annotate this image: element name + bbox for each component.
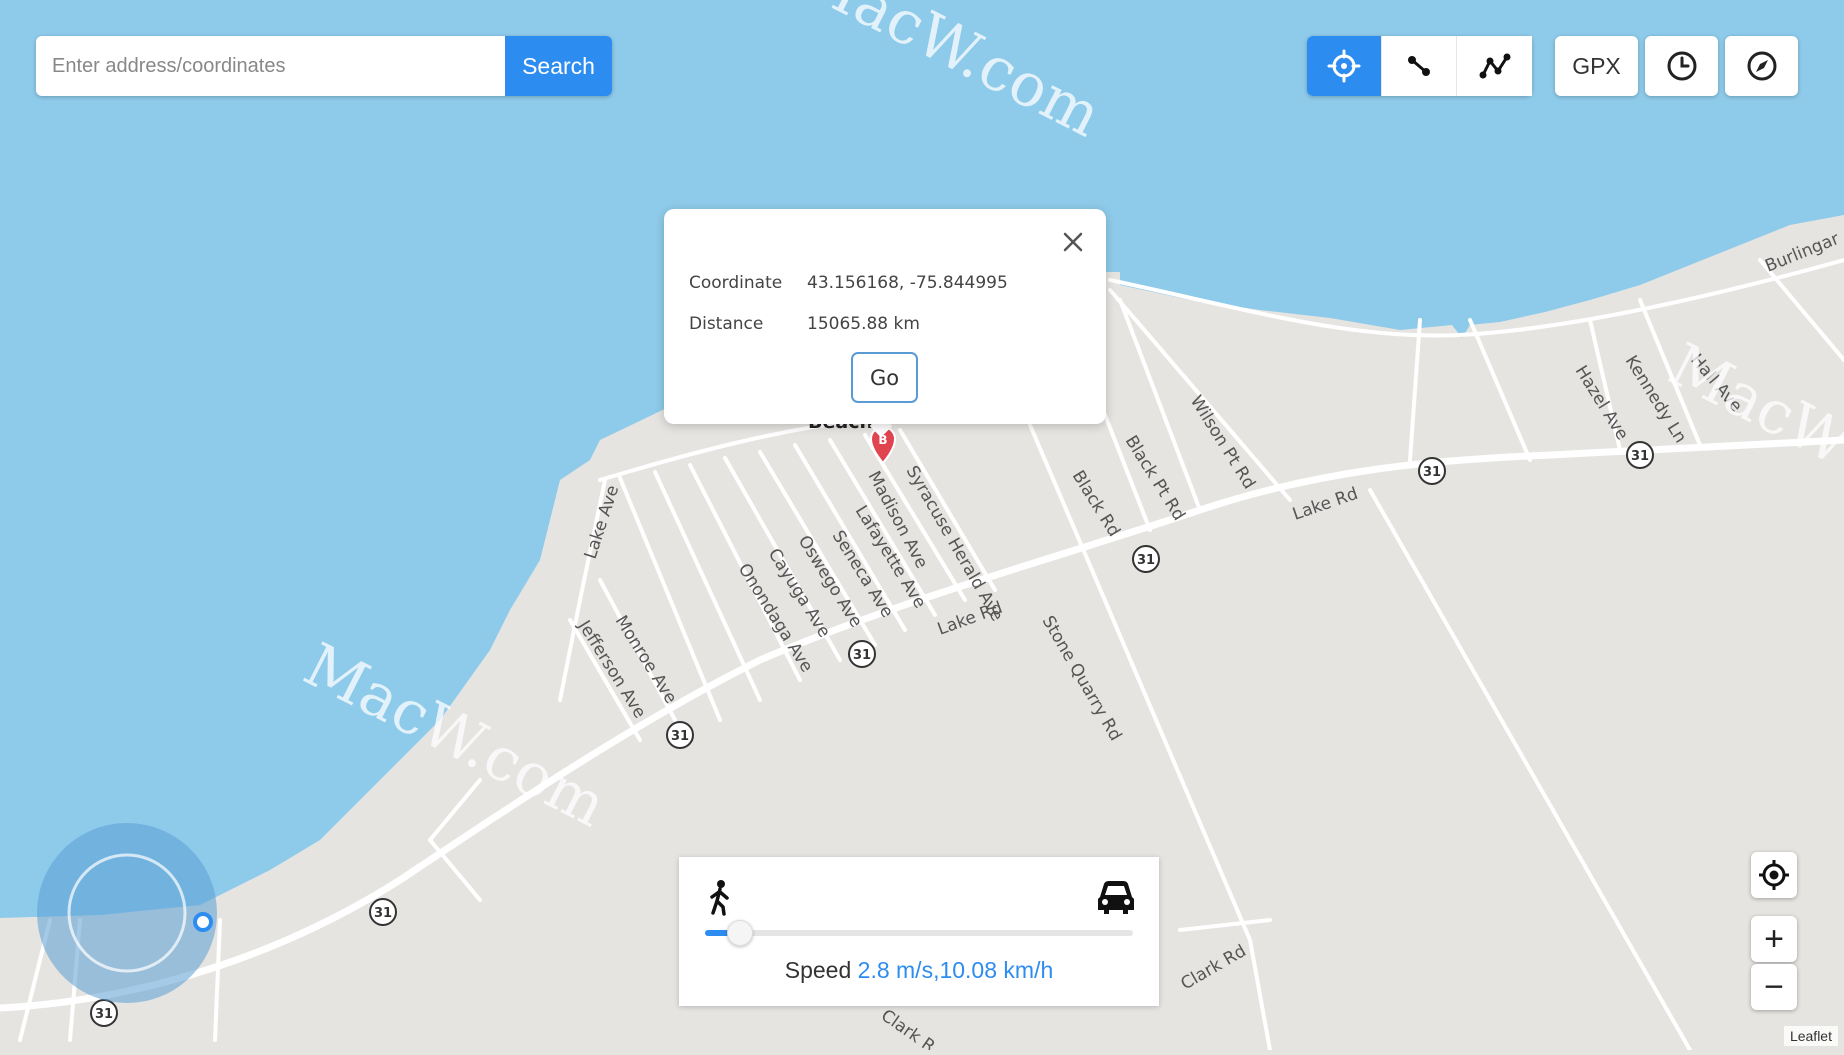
position-joystick: [37, 823, 217, 1003]
search-input[interactable]: [36, 36, 505, 96]
coordinate-value: 43.156168, -75.844995: [807, 273, 1008, 293]
svg-text:31: 31: [374, 906, 392, 921]
speed-label: Speed: [784, 957, 852, 983]
svg-text:31: 31: [1631, 449, 1649, 464]
mode-toolbar: [1307, 36, 1532, 96]
multi-spot-mode-button[interactable]: [1457, 36, 1532, 96]
crosshair-icon: [1327, 49, 1361, 83]
gpx-button[interactable]: GPX: [1555, 36, 1638, 96]
speed-panel: Speed 2.8 m/s,10.08 km/h: [679, 857, 1159, 1006]
distance-value: 15065.88 km: [807, 314, 920, 334]
speed-readout: Speed 2.8 m/s,10.08 km/h: [679, 957, 1159, 984]
svg-text:31: 31: [1423, 465, 1441, 480]
zoom-out-button[interactable]: −: [1751, 964, 1797, 1010]
history-button[interactable]: [1645, 36, 1718, 96]
speed-slider-handle[interactable]: [727, 920, 754, 946]
svg-text:31: 31: [853, 648, 871, 663]
two-spot-mode-button[interactable]: [1382, 36, 1457, 96]
svg-text:31: 31: [95, 1007, 113, 1022]
attribution-link[interactable]: Leaflet: [1783, 1026, 1838, 1046]
multi-spot-route-icon: [1479, 53, 1510, 79]
teleport-mode-button[interactable]: [1307, 36, 1382, 96]
two-spot-route-icon: [1408, 56, 1430, 76]
walking-person-icon: [710, 880, 729, 916]
clock-icon: [1667, 51, 1696, 81]
locate-icon: [1759, 860, 1789, 890]
gpx-label: GPX: [1572, 52, 1621, 79]
go-button[interactable]: Go: [851, 352, 918, 403]
locate-button[interactable]: [1751, 852, 1797, 898]
speed-value: 2.8 m/s,10.08 km/h: [857, 957, 1054, 983]
compass-button[interactable]: [1725, 36, 1798, 96]
compass-icon: [1747, 51, 1776, 81]
search-button[interactable]: Search: [505, 36, 612, 96]
coordinate-label: Coordinate: [689, 273, 783, 293]
svg-text:31: 31: [1137, 553, 1155, 568]
zoom-in-button[interactable]: +: [1751, 916, 1797, 962]
distance-label: Distance: [689, 314, 764, 334]
svg-text:31: 31: [671, 729, 689, 744]
close-icon[interactable]: [1058, 227, 1088, 257]
search-bar: Search: [36, 36, 612, 96]
car-icon: [1098, 881, 1134, 914]
speed-slider[interactable]: [705, 920, 1133, 946]
location-popup: Coordinate 43.156168, -75.844995 Distanc…: [664, 209, 1106, 424]
